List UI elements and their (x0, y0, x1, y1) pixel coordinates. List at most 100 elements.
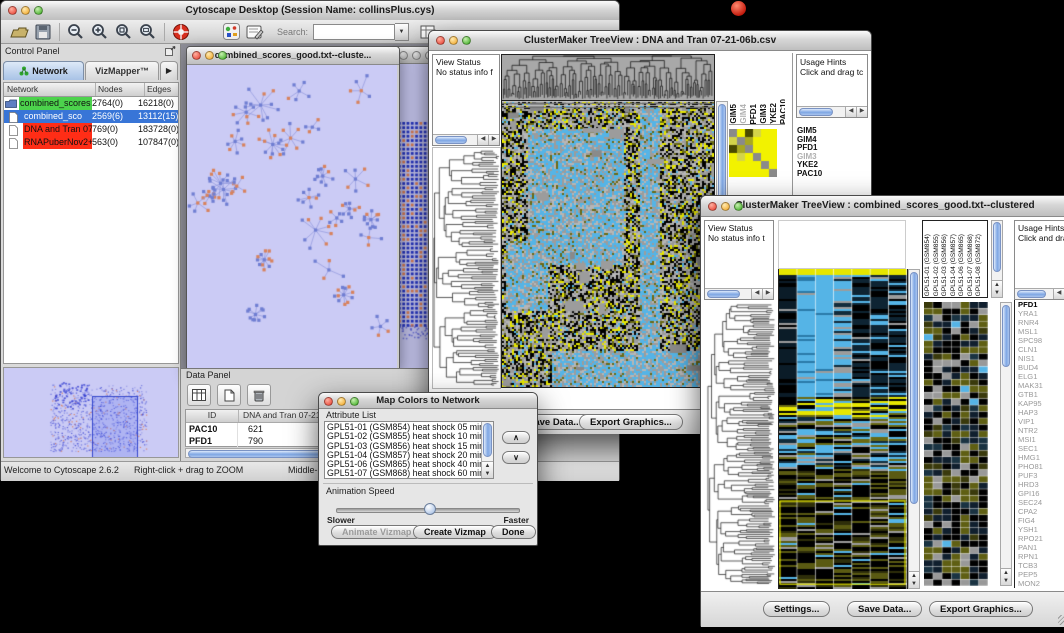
tv2-gene-label[interactable]: SEC1 (1018, 444, 1064, 453)
tv2-button-save-data---[interactable]: Save Data... (847, 601, 922, 617)
zoom-in-button[interactable] (88, 21, 112, 43)
treeview1-title-bar[interactable]: ClusterMaker TreeView : DNA and Tran 07-… (429, 31, 871, 51)
tv2-gene-label[interactable]: RPO21 (1018, 534, 1064, 543)
tv2-column-label[interactable]: GPL51-01 (GSM854) (924, 234, 931, 296)
scroll-left-arrow[interactable]: ◀ (1053, 289, 1064, 299)
tv1-column-label[interactable]: PAC10 (779, 99, 785, 124)
create-vizmap-button[interactable]: Create Vizmap (413, 525, 497, 539)
close-button[interactable] (192, 51, 201, 60)
minimize-button[interactable] (449, 36, 458, 45)
tv2-gene-label[interactable]: MAK31 (1018, 381, 1064, 390)
tv1-button-export-graphics---[interactable]: Export Graphics... (579, 414, 683, 430)
tv2-gene-label[interactable]: YRA1 (1018, 309, 1064, 318)
tv1-column-label[interactable]: YKE2 (769, 103, 778, 124)
minimize-button[interactable] (337, 397, 346, 406)
resize-grip[interactable] (1058, 615, 1064, 625)
tv2-heatmap[interactable] (778, 269, 908, 589)
minimize-button[interactable] (721, 202, 730, 211)
tv2-column-label[interactable]: GPL51-06 (GSM865) (958, 234, 965, 296)
tv2-gene-label[interactable]: TCB3 (1018, 561, 1064, 570)
network-table-header[interactable]: Network Nodes Edges (4, 83, 178, 97)
annotation-button[interactable] (243, 21, 267, 43)
help-button[interactable] (169, 21, 193, 43)
close-button[interactable] (8, 6, 17, 15)
tv2-gene-label[interactable]: YSH1 (1018, 525, 1064, 534)
tv2-column-label[interactable]: GPL51-07 (GSM868) (967, 234, 974, 296)
tv1-zoom-matrix[interactable] (729, 129, 777, 177)
tv2-gene-label[interactable]: PHO81 (1018, 462, 1064, 471)
delete-attribute-button[interactable] (247, 384, 271, 406)
tv2-labels-vscrollbar[interactable]: ▲▼ (991, 220, 1003, 298)
network-table-row[interactable]: combined_sco2569(6)13112(15) (4, 110, 178, 123)
zoom-button[interactable] (218, 51, 227, 60)
tv2-gene-label[interactable]: HRD3 (1018, 480, 1064, 489)
tv2-gene-label[interactable]: SPC98 (1018, 336, 1064, 345)
scroll-arrows[interactable]: ▲▼ (909, 571, 919, 588)
treeview2-title-bar[interactable]: ClusterMaker TreeView : combined_scores_… (701, 196, 1064, 217)
create-attribute-button[interactable] (217, 384, 241, 406)
tv2-column-label[interactable]: GPL51-04 (GSM857) (950, 234, 957, 296)
save-session-button[interactable] (31, 21, 55, 43)
tv2-gene-label[interactable]: VIP1 (1018, 417, 1064, 426)
tv2-gene-label[interactable]: KAP95 (1018, 399, 1064, 408)
scroll-right-arrow[interactable]: ▶ (762, 289, 773, 299)
usage-hints-hscrollbar[interactable]: ◀ ▶ (797, 106, 867, 117)
minimize-button[interactable] (205, 51, 214, 60)
network-table-row[interactable]: combined_scores2764(0)16218(0) (4, 97, 178, 110)
attribute-list-item[interactable]: GPL51-07 (GSM868) heat shock 60 min (327, 469, 481, 478)
scroll-arrows[interactable]: ▲▼ (1001, 568, 1011, 585)
tv2-gene-label[interactable]: PFD1 (1018, 300, 1064, 309)
move-down-button[interactable]: ∨ (502, 451, 530, 464)
network-table-row[interactable]: RNAPuberNov2+563(0)107847(0) (4, 136, 178, 149)
tv2-gene-label[interactable]: MON2 (1018, 579, 1064, 588)
zoom-button[interactable] (734, 202, 743, 211)
tv2-gene-label[interactable]: GTB1 (1018, 390, 1064, 399)
tv1-column-label[interactable]: GIM4 (739, 104, 748, 124)
close-button[interactable] (436, 36, 445, 45)
usage-hints-hscrollbar[interactable]: ◀ ▶ (1015, 288, 1064, 299)
tv1-row-label[interactable]: PAC10 (797, 170, 863, 179)
animate-vizmap-button[interactable]: Animate Vizmap (331, 525, 422, 539)
search-dropdown-button[interactable]: ▼ (395, 23, 409, 41)
tv2-gene-label[interactable]: CLN1 (1018, 345, 1064, 354)
tv2-button-settings---[interactable]: Settings... (763, 601, 830, 617)
tv2-row-dendrogram[interactable] (704, 302, 776, 586)
float-panel-icon[interactable] (165, 46, 176, 56)
scroll-left-arrow[interactable]: ◀ (845, 107, 856, 117)
tv2-gene-label[interactable]: NIS1 (1018, 354, 1064, 363)
view-status-hscrollbar[interactable]: ◀ ▶ (433, 134, 499, 145)
tv1-column-dendrogram[interactable] (501, 54, 715, 101)
move-up-button[interactable]: ∧ (502, 431, 530, 444)
tv1-column-label[interactable]: GIM5 (729, 104, 738, 124)
slider-thumb[interactable] (424, 503, 436, 515)
tv2-gene-label[interactable]: HAP3 (1018, 408, 1064, 417)
zoom-button[interactable] (34, 6, 43, 15)
select-attributes-button[interactable] (187, 384, 211, 406)
scroll-right-arrow[interactable]: ▶ (856, 107, 867, 117)
scroll-left-arrow[interactable]: ◀ (751, 289, 762, 299)
tv2-gene-label[interactable]: PAN1 (1018, 543, 1064, 552)
dialog-title-bar[interactable]: Map Colors to Network (319, 393, 537, 409)
tv1-column-label[interactable]: PFD1 (749, 104, 758, 124)
main-title-bar[interactable]: Cytoscape Desktop (Session Name: collins… (1, 1, 619, 21)
zoom-button[interactable] (462, 36, 471, 45)
tv2-gene-label[interactable]: CPA2 (1018, 507, 1064, 516)
view-status-hscrollbar[interactable]: ◀ ▶ (705, 288, 773, 299)
tv2-gene-label[interactable]: MSL1 (1018, 327, 1064, 336)
close-button[interactable] (708, 202, 717, 211)
minimize-button[interactable] (21, 6, 30, 15)
tv2-column-label[interactable]: GPL51-02 (GSM855) (933, 234, 940, 296)
tv2-heatmap-vscrollbar[interactable]: ▲▼ (908, 269, 920, 589)
animation-slider[interactable] (336, 504, 520, 514)
tv2-gene-label[interactable]: PEP5 (1018, 570, 1064, 579)
tv2-gene-label[interactable]: RPN1 (1018, 552, 1064, 561)
open-session-button[interactable] (7, 21, 31, 43)
zoom-button[interactable] (350, 397, 359, 406)
minimize-button[interactable] (412, 51, 421, 60)
tv2-zoom-heatmap[interactable] (924, 302, 988, 586)
tv2-zoom-vscrollbar[interactable]: ▲▼ (1000, 302, 1012, 586)
zoom-selected-button[interactable] (112, 21, 136, 43)
tv2-gene-label[interactable]: SEC24 (1018, 498, 1064, 507)
tab-network[interactable]: Network (3, 61, 84, 80)
tv2-gene-label[interactable]: ELG1 (1018, 372, 1064, 381)
